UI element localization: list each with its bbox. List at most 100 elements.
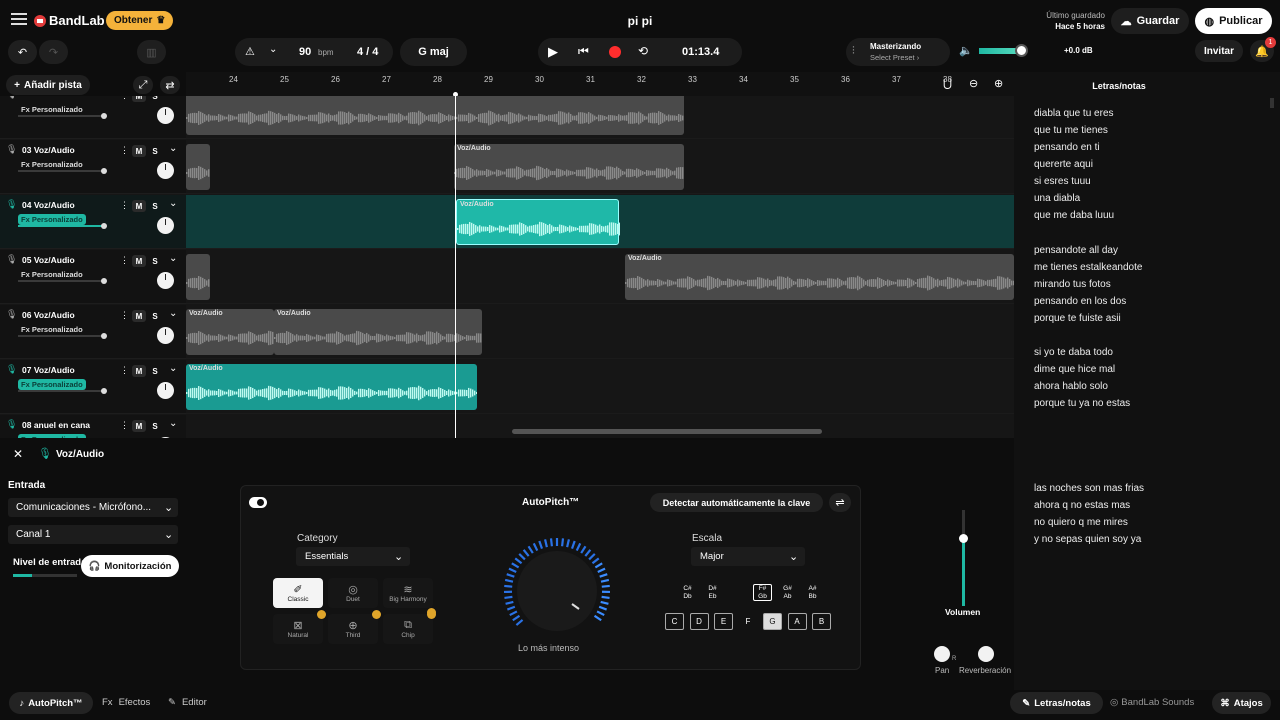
fx-custom-badge[interactable]: Fx Personalizado	[18, 159, 86, 170]
mastering-button[interactable]: ⫶ Masterizando Select Preset ›	[846, 38, 950, 66]
solo-button[interactable]: S	[148, 420, 162, 432]
speaker-icon[interactable]: 🔈	[959, 44, 973, 57]
automation-button[interactable]: ⤢	[133, 76, 153, 94]
audio-clip[interactable]	[186, 96, 684, 135]
invite-button[interactable]: Invitar	[1195, 40, 1243, 62]
undo-button[interactable]: ↶	[8, 40, 37, 64]
track-name[interactable]: 05 Voz/Audio	[22, 255, 75, 265]
track-header[interactable]: 🎙 05 Voz/Audio Fx Personalizado ⋮ M S ⌄	[0, 250, 186, 304]
sharp-key[interactable]: D# Eb	[703, 584, 722, 601]
volume-slider-handle[interactable]	[101, 333, 108, 339]
mute-button[interactable]: M	[132, 420, 146, 432]
audio-clip[interactable]	[186, 144, 210, 190]
metronome-icon[interactable]: ⚠	[245, 45, 255, 58]
close-icon[interactable]: ✕	[13, 447, 23, 461]
track-name[interactable]: 08 anuel en cana	[22, 420, 90, 430]
more-icon[interactable]: ⋮	[120, 200, 129, 211]
sharp-key[interactable]: G# Ab	[778, 584, 797, 601]
sharp-key[interactable]: A# Bb	[803, 584, 822, 601]
volume-slider[interactable]	[18, 388, 108, 394]
bpm-value[interactable]: 90	[299, 46, 311, 58]
autopitch-settings-button[interactable]: ⇌	[829, 493, 851, 512]
lyrics-line[interactable]: diabla que tu eres	[1034, 105, 1114, 122]
monitor-button[interactable]: 🎧 Monitorización	[81, 555, 179, 577]
menu-icon[interactable]	[10, 12, 28, 26]
pan-knob[interactable]	[157, 327, 174, 344]
lyrics-line[interactable]: porque tu ya no estas	[1034, 395, 1130, 412]
mute-button[interactable]: M	[132, 310, 146, 322]
more-icon[interactable]: ⋮	[120, 310, 129, 321]
chevron-down-icon[interactable]: ⌄	[169, 308, 177, 319]
mute-button[interactable]: M	[132, 145, 146, 157]
tab-autopitch[interactable]: ♪ AutoPitch™	[9, 692, 93, 714]
add-track-button[interactable]: + Añadir pista	[6, 75, 90, 95]
volume-fader-handle[interactable]	[959, 534, 968, 543]
play-icon[interactable]: ▶	[548, 44, 558, 60]
pan-knob[interactable]	[157, 217, 174, 234]
chevron-down-icon[interactable]: ⌄	[169, 143, 177, 154]
preset-natural[interactable]: ⊠ Natural	[273, 614, 323, 644]
track-lane[interactable]: Voz/Audio Voz/Audio	[186, 305, 1014, 359]
solo-button[interactable]: S	[148, 255, 162, 267]
lyrics-line[interactable]: porque te fuiste asii	[1034, 310, 1142, 327]
natural-key[interactable]: A	[787, 613, 807, 630]
solo-button[interactable]: S	[148, 365, 162, 377]
volume-slider-handle[interactable]	[101, 113, 108, 119]
volume-slider-handle[interactable]	[101, 388, 108, 394]
zoom-in-icon[interactable]: ⊕	[994, 77, 1003, 90]
chevron-down-icon[interactable]: ⌄	[169, 253, 177, 264]
audio-clip[interactable]	[186, 254, 210, 300]
lyrics-line[interactable]: me tienes estalkeandote	[1034, 259, 1142, 276]
more-icon[interactable]: ⋮	[120, 145, 129, 156]
solo-button[interactable]: S	[148, 200, 162, 212]
volume-slider-handle[interactable]	[101, 223, 108, 229]
track-lane[interactable]: Voz/Audio	[186, 250, 1014, 304]
pan-knob[interactable]	[157, 107, 174, 124]
lyrics-line[interactable]: si yo te daba todo	[1034, 344, 1130, 361]
reverb-knob[interactable]	[978, 646, 994, 662]
preset-third[interactable]: ⊕ Third	[328, 614, 378, 644]
mute-button[interactable]: M	[132, 365, 146, 377]
pan-knob[interactable]	[157, 162, 174, 179]
natural-key[interactable]: B	[812, 613, 831, 630]
track-settings-button[interactable]: ⇄	[160, 76, 180, 94]
chevron-down-icon[interactable]: ⌄	[169, 363, 177, 374]
volume-slider[interactable]	[18, 113, 108, 119]
volume-slider-handle[interactable]	[101, 278, 108, 284]
volume-slider[interactable]	[18, 333, 108, 339]
natural-key[interactable]: C	[665, 613, 684, 630]
scale-select[interactable]: Major ⌄	[691, 547, 805, 566]
natural-key[interactable]: D	[689, 613, 709, 630]
preset-big-harmony[interactable]: ≋ Big Harmony	[383, 578, 433, 608]
record-icon[interactable]	[609, 46, 621, 58]
lyrics-line[interactable]: una diabla	[1034, 190, 1114, 207]
natural-key[interactable]: G	[763, 613, 782, 630]
lyrics-scrollbar[interactable]	[1270, 98, 1274, 108]
save-button[interactable]: ☁ Guardar	[1111, 8, 1189, 34]
more-icon[interactable]: ⋮	[120, 420, 129, 431]
more-icon[interactable]: ⋮	[120, 255, 129, 266]
audio-clip[interactable]: Voz/Audio	[625, 254, 1014, 300]
lyrics-line[interactable]: ahora hablo solo	[1034, 378, 1130, 395]
preset-duet[interactable]: ◎ Duet	[328, 578, 378, 608]
lyrics-line[interactable]: dime que hice mal	[1034, 361, 1130, 378]
preset-chip[interactable]: ⧉ Chip	[383, 614, 433, 644]
volume-slider[interactable]	[18, 168, 108, 174]
lyrics-line[interactable]: las noches son mas frias	[1034, 480, 1144, 497]
tab-shortcuts[interactable]: ⌘ Atajos	[1212, 692, 1271, 714]
natural-key[interactable]: E	[714, 613, 733, 630]
mute-button[interactable]: M	[132, 200, 146, 212]
fx-custom-badge[interactable]: Fx Personalizado	[18, 269, 86, 280]
horizontal-scrollbar[interactable]	[512, 429, 822, 434]
track-name[interactable]: 03 Voz/Audio	[22, 145, 75, 155]
lyrics-block[interactable]: si yo te daba todo dime que hice mal ahora…	[1034, 344, 1130, 412]
track-lane[interactable]: Voz/Audio	[186, 195, 1014, 249]
track-header[interactable]: 🎙08 anuel en canaFx Personalizado⋮MS⌄	[0, 415, 186, 438]
preset-classic[interactable]: ✐ Classic	[273, 578, 323, 608]
lyrics-line[interactable]: si esres tuuu	[1034, 173, 1114, 190]
more-icon[interactable]: ⋮	[120, 96, 129, 101]
autopitch-toggle[interactable]	[249, 497, 267, 508]
lyrics-line[interactable]: que tu me tienes	[1034, 122, 1114, 139]
lyrics-line[interactable]: pensando en ti	[1034, 139, 1114, 156]
channel-select[interactable]: Canal 1 ⌄	[8, 525, 178, 544]
